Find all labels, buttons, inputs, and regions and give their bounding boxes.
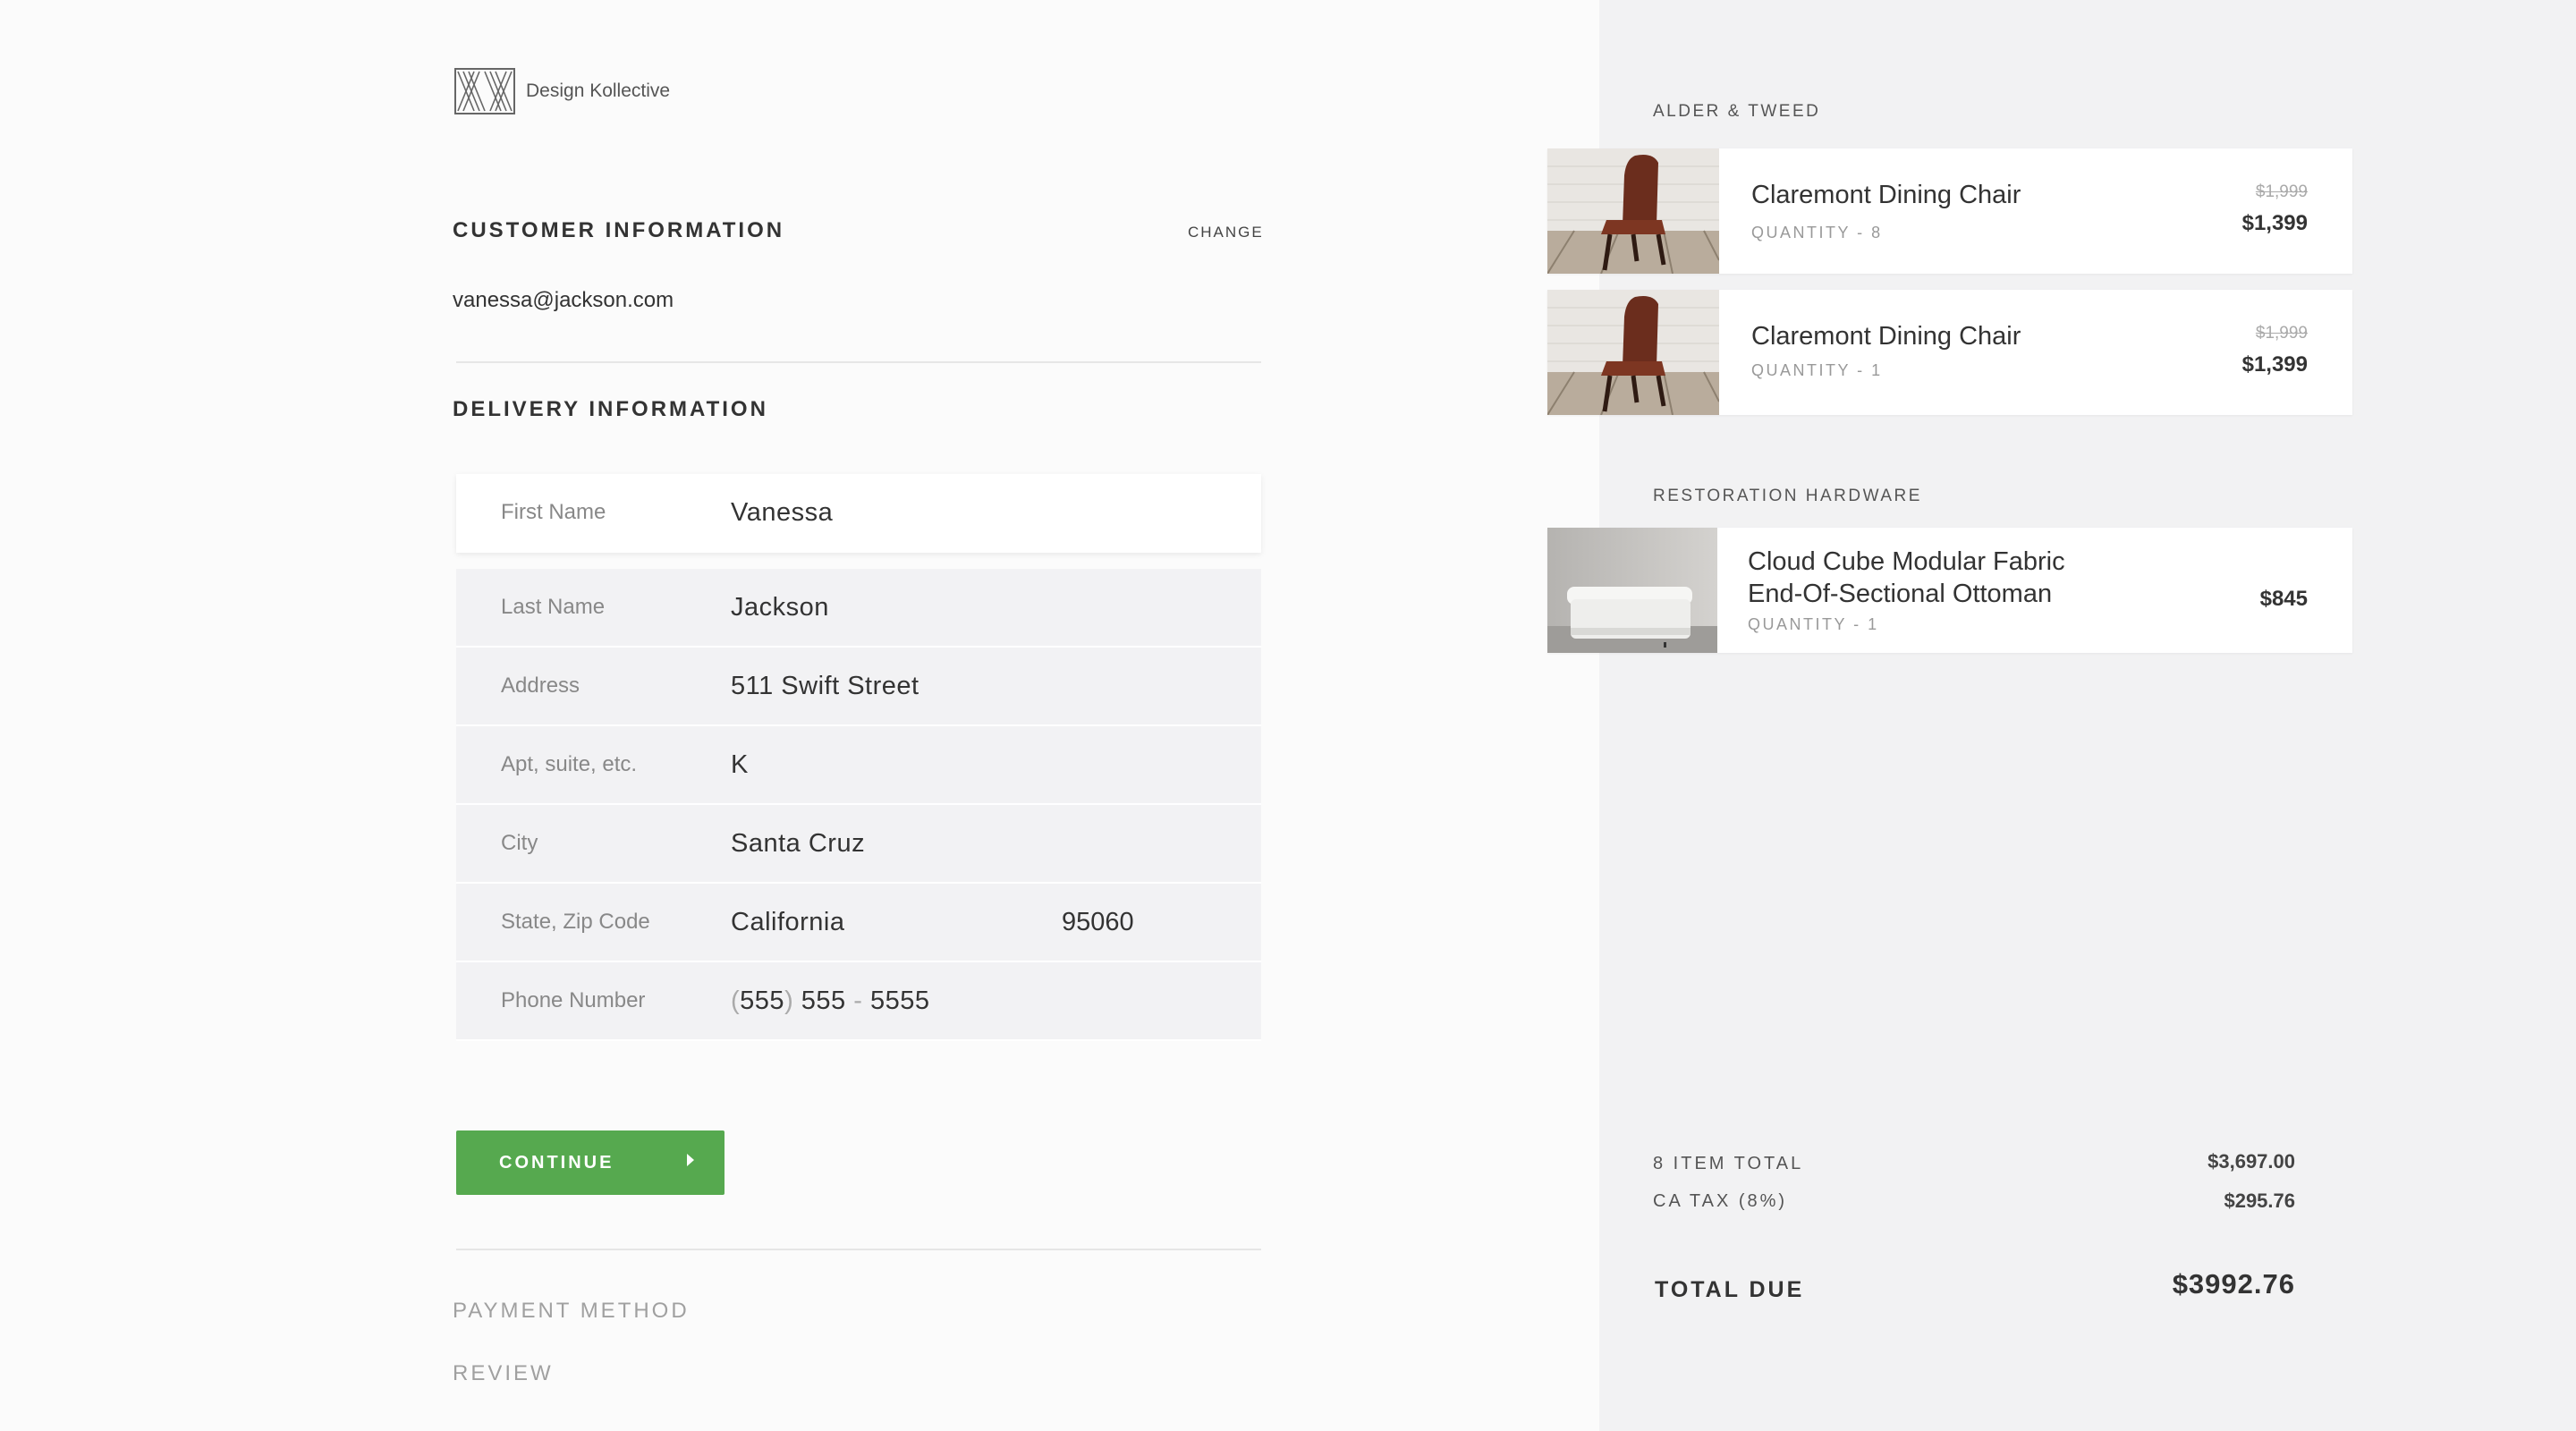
continue-button[interactable]: CONTINUE bbox=[456, 1130, 724, 1195]
phone-close-paren: ) bbox=[784, 986, 794, 1015]
step-review[interactable]: REVIEW bbox=[453, 1361, 554, 1386]
address-field[interactable]: Address 511 Swift Street bbox=[456, 648, 1261, 726]
cart-item[interactable]: Cloud Cube Modular Fabric End-Of-Section… bbox=[1547, 528, 2352, 653]
field-label: Last Name bbox=[501, 595, 606, 619]
field-label: First Name bbox=[501, 500, 606, 524]
phone-open-paren: ( bbox=[731, 986, 741, 1015]
item-original-price: $1,999 bbox=[2255, 324, 2308, 343]
apt-field[interactable]: Apt, suite, etc. K bbox=[456, 726, 1261, 805]
item-name: Claremont Dining Chair bbox=[1751, 322, 2021, 351]
tax-label: CA TAX (8%) bbox=[1653, 1191, 1788, 1211]
continue-label: CONTINUE bbox=[499, 1152, 614, 1173]
city-input[interactable]: Santa Cruz bbox=[731, 829, 865, 859]
brand-logo[interactable]: Design Kollective bbox=[454, 68, 670, 114]
last-name-field[interactable]: Last Name Jackson bbox=[456, 569, 1261, 648]
state-zip-field[interactable]: State, Zip Code California 95060 bbox=[456, 884, 1261, 962]
change-customer-link[interactable]: CHANGE bbox=[1188, 224, 1264, 241]
cart-item[interactable]: Claremont Dining Chair QUANTITY - 1 $1,9… bbox=[1547, 290, 2352, 415]
vendor-name: ALDER & TWEED bbox=[1653, 102, 1821, 121]
customer-information-title: CUSTOMER INFORMATION bbox=[453, 218, 785, 242]
ottoman-icon bbox=[1547, 528, 1717, 653]
tax-value: $295.76 bbox=[2224, 1190, 2295, 1212]
phone-dash: - bbox=[853, 986, 863, 1015]
address-input[interactable]: 511 Swift Street bbox=[731, 672, 919, 701]
total-due-label: TOTAL DUE bbox=[1655, 1277, 1805, 1302]
customer-email: vanessa@jackson.com bbox=[453, 288, 674, 312]
item-name: Claremont Dining Chair bbox=[1751, 181, 2021, 209]
chevron-right-icon bbox=[687, 1154, 694, 1166]
leather-chair-icon bbox=[1547, 148, 1719, 274]
zip-input[interactable]: 95060 bbox=[1062, 908, 1134, 937]
phone-prefix: 555 bbox=[801, 986, 846, 1015]
item-quantity: QUANTITY - 1 bbox=[1751, 361, 1883, 379]
section-divider bbox=[456, 361, 1261, 363]
item-quantity: QUANTITY - 8 bbox=[1751, 224, 1883, 241]
step-payment-method[interactable]: PAYMENT METHOD bbox=[453, 1299, 690, 1324]
city-field[interactable]: City Santa Cruz bbox=[456, 805, 1261, 884]
phone-line: 5555 bbox=[869, 986, 930, 1015]
delivery-information-title: DELIVERY INFORMATION bbox=[453, 397, 768, 421]
last-name-input[interactable]: Jackson bbox=[731, 593, 829, 622]
first-name-input[interactable]: Vanessa bbox=[731, 498, 833, 528]
phone-area-code: 555 bbox=[740, 986, 785, 1015]
delivery-form: First Name Vanessa Last Name Jackson Add… bbox=[456, 474, 1261, 1041]
item-price: $1,399 bbox=[2241, 211, 2308, 235]
item-name-line1: Cloud Cube Modular Fabric bbox=[1748, 547, 2065, 576]
state-input[interactable]: California bbox=[731, 908, 845, 937]
field-label: State, Zip Code bbox=[501, 910, 650, 934]
section-divider bbox=[456, 1249, 1261, 1250]
total-due-value: $3992.76 bbox=[2172, 1268, 2295, 1300]
first-name-field[interactable]: First Name Vanessa bbox=[456, 474, 1261, 553]
apt-input[interactable]: K bbox=[731, 750, 749, 780]
item-total-label: 8 ITEM TOTAL bbox=[1653, 1154, 1804, 1173]
design-kollective-logo-icon bbox=[454, 68, 515, 114]
item-price: $1,399 bbox=[2241, 352, 2308, 377]
cart-item[interactable]: Claremont Dining Chair QUANTITY - 8 $1,9… bbox=[1547, 148, 2352, 274]
checkout-form-panel: Design Kollective CUSTOMER INFORMATION C… bbox=[0, 0, 1599, 1431]
vendor-name: RESTORATION HARDWARE bbox=[1653, 487, 1922, 505]
phone-field[interactable]: Phone Number (555) 555 - 5555 bbox=[456, 962, 1261, 1041]
field-label: City bbox=[501, 831, 538, 855]
item-price: $845 bbox=[2259, 587, 2308, 611]
field-label: Phone Number bbox=[501, 988, 646, 1012]
item-quantity: QUANTITY - 1 bbox=[1748, 615, 1879, 633]
brand-name: Design Kollective bbox=[526, 80, 671, 101]
item-name-line2: End-Of-Sectional Ottoman bbox=[1748, 580, 2053, 608]
field-label: Address bbox=[501, 673, 580, 698]
field-label: Apt, suite, etc. bbox=[501, 752, 638, 776]
phone-input[interactable]: (555) 555 - 5555 bbox=[731, 986, 930, 1016]
leather-chair-icon bbox=[1547, 290, 1719, 415]
item-total-value: $3,697.00 bbox=[2207, 1150, 2295, 1173]
item-original-price: $1,999 bbox=[2255, 182, 2308, 201]
